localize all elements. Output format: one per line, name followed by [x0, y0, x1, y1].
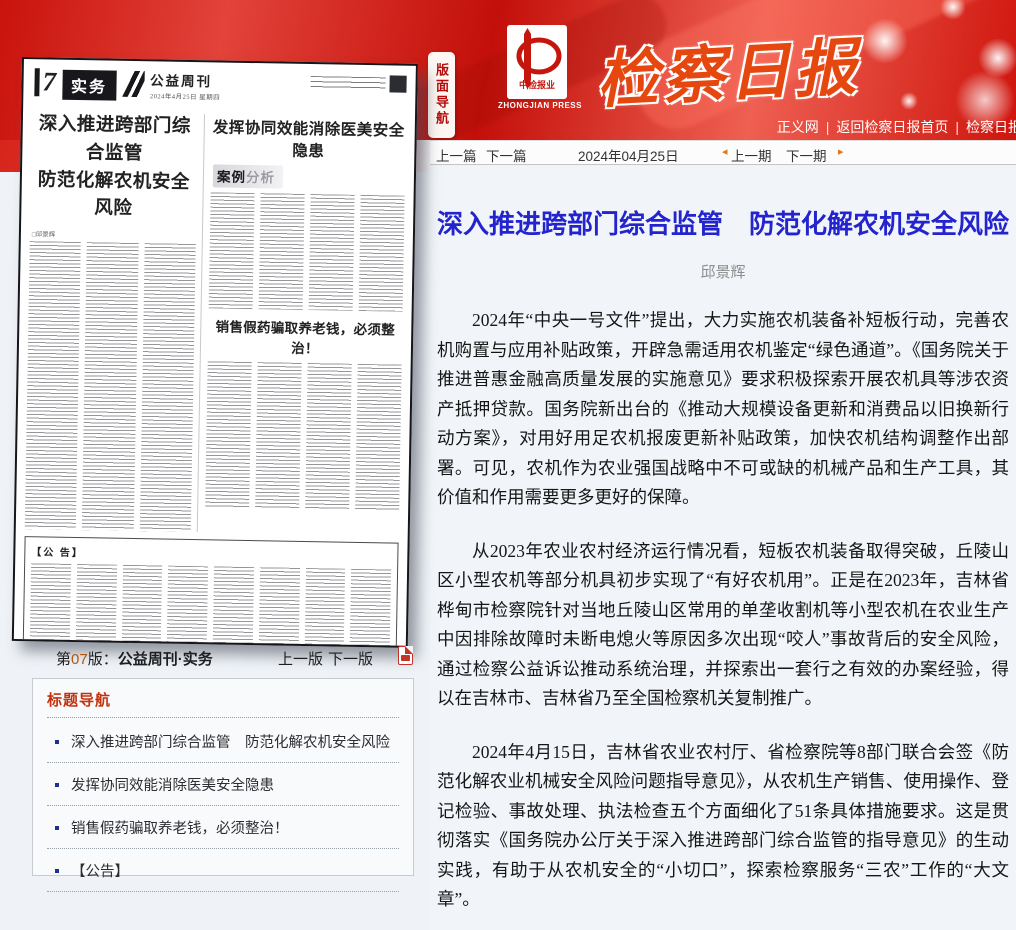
- title-nav-item[interactable]: 销售假药骗取养老钱，必须整治！: [47, 806, 399, 842]
- slash-decoration: [118, 71, 144, 97]
- thumb-text-columns: [209, 192, 405, 311]
- thumb-text-columns: [25, 241, 196, 532]
- article-paragraph: 2024年“中央一号文件”提出，大力实施农机装备补短板行动，完善农机购置与应用补…: [437, 306, 1009, 513]
- link-back-home[interactable]: 返回检察日报首页: [836, 119, 948, 135]
- article-author: 邱景辉: [437, 261, 1009, 282]
- notice-label: 【公 告】: [31, 547, 84, 559]
- page-navigation-tab[interactable]: 版面导航: [428, 52, 455, 138]
- title-nav-header: 标题导航: [47, 689, 399, 710]
- next-issue-arrow-icon: ▸: [838, 145, 844, 158]
- bullet-icon: [55, 783, 59, 787]
- edition-info-row: 第07版：公益周刊·实务 上一版 下一版: [56, 648, 418, 670]
- title-nav-item-label: 发挥协同效能消除医美安全隐患: [71, 774, 274, 795]
- thumb-main-headline-line2: 防范化解农机安全风险: [30, 167, 197, 225]
- case-label-part2: 分析: [246, 170, 275, 186]
- thumb-right-headline: 发挥协同效能消除医美安全隐患: [211, 115, 406, 162]
- paper-stamp-mark: [389, 75, 406, 92]
- link-paper-search[interactable]: 检察日报检索: [966, 119, 1016, 135]
- title-nav-item-label: 深入推进跨部门综合监管 防范化解农机安全风险: [71, 731, 390, 752]
- thumb-main-headline-line1: 深入推进跨部门综合监管: [31, 111, 198, 169]
- next-page-link[interactable]: 下一版: [328, 648, 373, 669]
- prev-issue-arrow-icon: ◂: [722, 145, 728, 158]
- svg-text:中检报业: 中检报业: [519, 79, 555, 90]
- page-number: 7: [42, 67, 56, 95]
- logo-english-name: ZHONGJIAN PRESS: [492, 101, 588, 110]
- weekly-title: 公益周刊: [150, 73, 212, 89]
- link-separator: |: [826, 119, 830, 135]
- orange-dotted-rule: [47, 717, 399, 718]
- title-nav-item-label: 销售假药骗取养老钱，必须整治！: [71, 817, 289, 838]
- title-nav-item-label: 【公告】: [71, 860, 129, 881]
- weekly-name: 公益周刊 2024年4月25日 星期四: [150, 69, 221, 101]
- title-nav-item[interactable]: 深入推进跨部门综合监管 防范化解农机安全风险: [47, 720, 399, 756]
- thumbnail-notice-box: 【公 告】: [23, 536, 399, 648]
- link-zhengyi-net[interactable]: 正义网: [777, 119, 819, 135]
- thumbnail-dateline: 2024年4月25日 星期四: [150, 90, 221, 101]
- issue-date: 2024年04月25日: [578, 145, 679, 165]
- article-paragraph: 2024年4月15日，吉林省农业农村厅、省检察院等8部门联合会签《防范化解农业机…: [437, 738, 1009, 915]
- bullet-icon: [55, 869, 59, 873]
- thumbnail-right-article: 发挥协同效能消除医美安全隐患 案例分析 销售假药骗取养老钱，必须整治！: [197, 114, 406, 535]
- zhongjian-press-logo[interactable]: 中检报业: [507, 25, 567, 99]
- link-separator: |: [955, 119, 959, 135]
- title-nav-item[interactable]: 【公告】: [47, 849, 399, 885]
- thumb-main-headline: 深入推进跨部门综合监管 防范化解农机安全风险: [30, 111, 198, 225]
- next-article-link[interactable]: 下一篇: [486, 145, 527, 165]
- edition-name: 公益周刊·实务: [118, 651, 213, 668]
- sparkle-decoration: [900, 92, 918, 110]
- edition-suffix: 版：: [88, 651, 118, 668]
- article-toolbar: 上一篇 下一篇 2024年04月25日 ◂ 上一期 下一期 ▸: [430, 140, 1016, 165]
- article-title: 深入推进跨部门综合监管 防范化解农机安全风险: [437, 204, 1009, 241]
- prev-issue-link[interactable]: 上一期: [731, 145, 772, 165]
- case-analysis-label: 案例分析: [213, 164, 283, 188]
- masthead-meta: [310, 72, 406, 93]
- title-navigation-box: 标题导航 深入推进跨部门综合监管 防范化解农机安全风险 发挥协同效能消除医美安全…: [32, 678, 414, 876]
- thumbnail-articles: 深入推进跨部门综合监管 防范化解农机安全风险 □邱景辉 发挥协同效能消除医美安全…: [25, 111, 406, 535]
- case-label-part1: 案例: [217, 169, 246, 185]
- next-issue-link[interactable]: 下一期: [786, 145, 827, 165]
- prev-article-link[interactable]: 上一篇: [436, 145, 477, 165]
- article-content: 深入推进跨部门综合监管 防范化解农机安全风险 邱景辉 2024年“中央一号文件”…: [430, 166, 1016, 930]
- prev-page-link[interactable]: 上一版: [278, 648, 323, 669]
- newspaper-page-thumbnail[interactable]: 7 实务 公益周刊 2024年4月25日 星期四 深入推进跨部门综合监管 防范化…: [12, 57, 418, 648]
- meta-text-lines: [310, 76, 385, 91]
- pdf-icon[interactable]: [398, 646, 413, 665]
- section-name-badge: 实务: [62, 70, 117, 101]
- thumb-mid-headline: 销售假药骗取养老钱，必须整治！: [208, 315, 403, 358]
- page-number-bar: [34, 68, 39, 96]
- bullet-icon: [55, 740, 59, 744]
- thumb-author-mark: □邱景辉: [32, 228, 196, 241]
- title-nav-item[interactable]: 发挥协同效能消除医美安全隐患: [47, 763, 399, 799]
- thumbnail-left-article: 深入推进跨部门综合监管 防范化解农机安全风险 □邱景辉: [25, 111, 204, 532]
- edition-prefix: 第: [56, 651, 71, 668]
- thumbnail-page-header: 7 实务 公益周刊 2024年4月25日 星期四: [32, 67, 407, 114]
- bullet-icon: [55, 826, 59, 830]
- notice-text-columns: [30, 563, 391, 645]
- thumb-text-columns: [205, 361, 402, 510]
- article-paragraph: 从2023年农业农村经济运行情况看，短板农机装备取得突破，丘陵山区小型农机等部分…: [437, 537, 1009, 714]
- banner-link-row: 正义网 | 返回检察日报首页 | 检察日报检索: [777, 117, 1016, 137]
- dotted-separator: [47, 891, 399, 892]
- sparkle-decoration: [940, 0, 966, 20]
- edition-number: 07: [71, 651, 88, 668]
- masthead-title: 检察日报: [594, 14, 898, 120]
